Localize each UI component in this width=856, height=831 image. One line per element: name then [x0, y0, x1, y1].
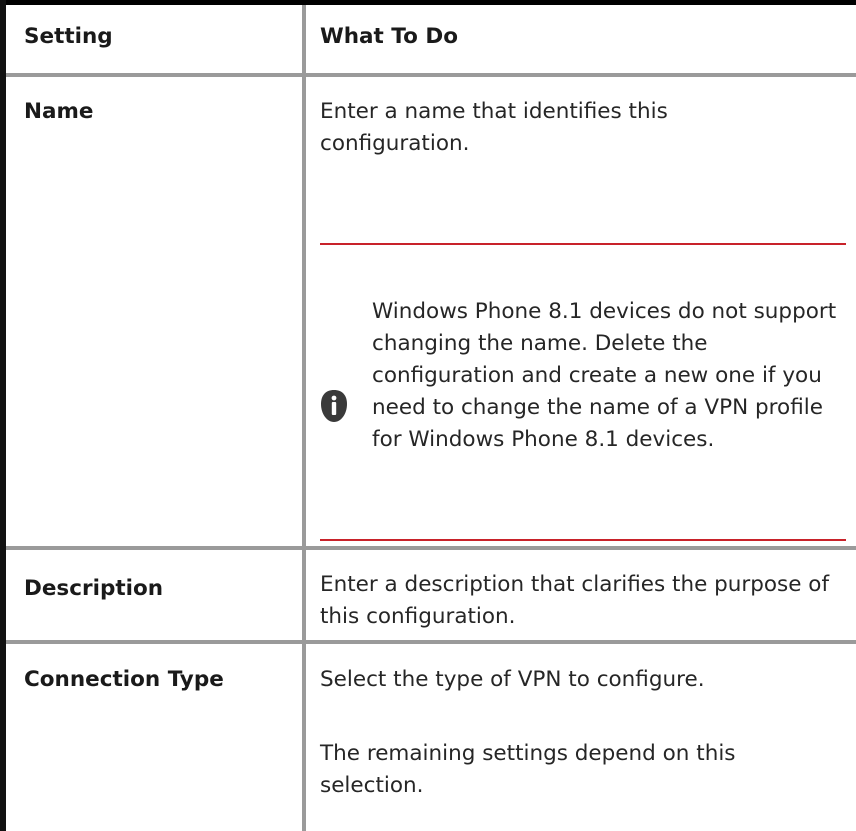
header-what-to-do: What To Do — [320, 24, 458, 49]
note-bottom-rule — [320, 539, 846, 541]
row-divider — [6, 640, 856, 644]
setting-description: Description — [24, 576, 164, 601]
settings-table: Setting What To Do Name Enter a name tha… — [0, 0, 856, 831]
header-setting: Setting — [24, 24, 113, 49]
what-to-do-connection-type-note: The remaining settings depend on this se… — [320, 741, 736, 798]
table-top-border — [0, 0, 856, 5]
row-divider — [6, 546, 856, 550]
table-left-border — [0, 0, 6, 831]
row-divider — [6, 73, 856, 77]
what-to-do-connection-type: Select the type of VPN to configure. — [320, 667, 705, 692]
what-to-do-description: Enter a description that clarifies the p… — [320, 572, 830, 629]
info-icon — [320, 389, 348, 423]
note-top-rule — [320, 243, 846, 245]
setting-name: Name — [24, 99, 94, 124]
column-divider — [302, 5, 306, 831]
what-to-do-name: Enter a name that identifies this config… — [320, 99, 668, 156]
setting-connection-type: Connection Type — [24, 667, 224, 692]
note-text: Windows Phone 8.1 devices do not support… — [372, 299, 837, 452]
